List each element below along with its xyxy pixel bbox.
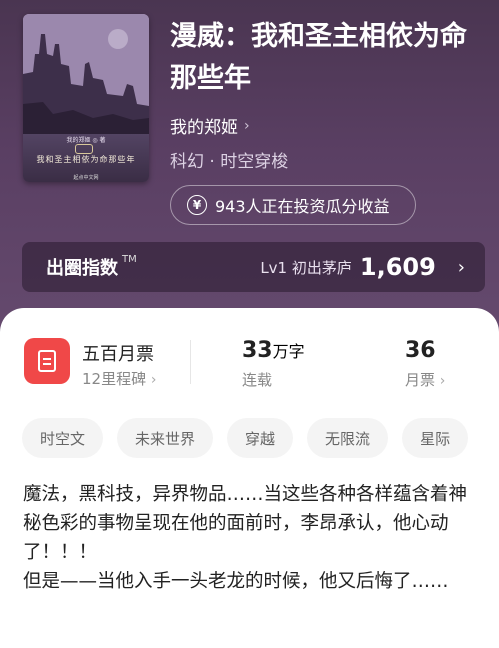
rank-title[interactable]: 五百月票 [82, 340, 154, 366]
book-title: 漫威：我和圣主相依为命那些年 [170, 21, 467, 94]
tag-list: 时空文 未来世界 穿越 无限流 星际 [22, 418, 469, 458]
author-name: 我的郑姬 [170, 118, 238, 138]
chevron-right-icon: › [439, 373, 446, 389]
ticket-icon[interactable] [24, 338, 70, 384]
divider [190, 340, 191, 384]
tag[interactable]: 未来世界 [117, 418, 214, 458]
cover-illustration [23, 14, 149, 134]
tag[interactable]: 穿越 [227, 418, 294, 458]
tag[interactable]: 星际 [402, 418, 469, 458]
chevron-right-icon: › [457, 256, 465, 278]
monthly-ticket-label: 月票 › [405, 371, 446, 389]
status-label: 连载 [242, 371, 273, 389]
invest-button[interactable]: ¥ 943人正在投资瓜分收益 [170, 185, 416, 225]
cover-publisher: 起点中文网 [73, 175, 99, 181]
word-count: 33 [242, 338, 273, 363]
word-count-unit: 万字 [272, 342, 305, 361]
word-count-stat: 33万字 连载 [242, 338, 305, 390]
rank-milestone[interactable]: 12里程碑 › [82, 368, 156, 389]
popularity-index-bar[interactable]: 出圈指数 TM Lv1 初出茅庐 1,609 › [22, 242, 485, 292]
chevron-right-icon: › [150, 372, 157, 388]
tag[interactable]: 无限流 [307, 418, 389, 458]
index-label: 出圈指数 [46, 258, 118, 279]
tag[interactable]: 时空文 [22, 418, 104, 458]
cover-author: 我的郑姬 ◎ 著 [66, 137, 106, 144]
index-level: Lv1 初出茅庐 [260, 258, 352, 277]
chevron-right-icon: › [244, 117, 250, 134]
index-trademark: TM [122, 254, 137, 265]
monthly-ticket-count: 36 [405, 338, 436, 363]
book-description: 魔法，黑科技，异界物品……当这些各种各样蕴含着神秘色彩的事物呈现在他的面前时，李… [23, 484, 468, 592]
monthly-ticket-stat[interactable]: 36 月票 › [405, 338, 445, 390]
cover-title: 我和圣主相依为命那些年 [36, 155, 136, 164]
book-cover[interactable]: 我的郑姬 ◎ 著 我和圣主相依为命那些年 起点中文网 [23, 14, 149, 182]
cover-seal [75, 144, 93, 154]
book-genre: 科幻 · 时空穿梭 [170, 152, 289, 172]
author-link[interactable]: 我的郑姬 › [170, 113, 250, 139]
index-value: 1,609 [359, 253, 436, 281]
invest-text: 943人正在投资瓜分收益 [215, 197, 390, 216]
yen-icon: ¥ [187, 195, 207, 215]
